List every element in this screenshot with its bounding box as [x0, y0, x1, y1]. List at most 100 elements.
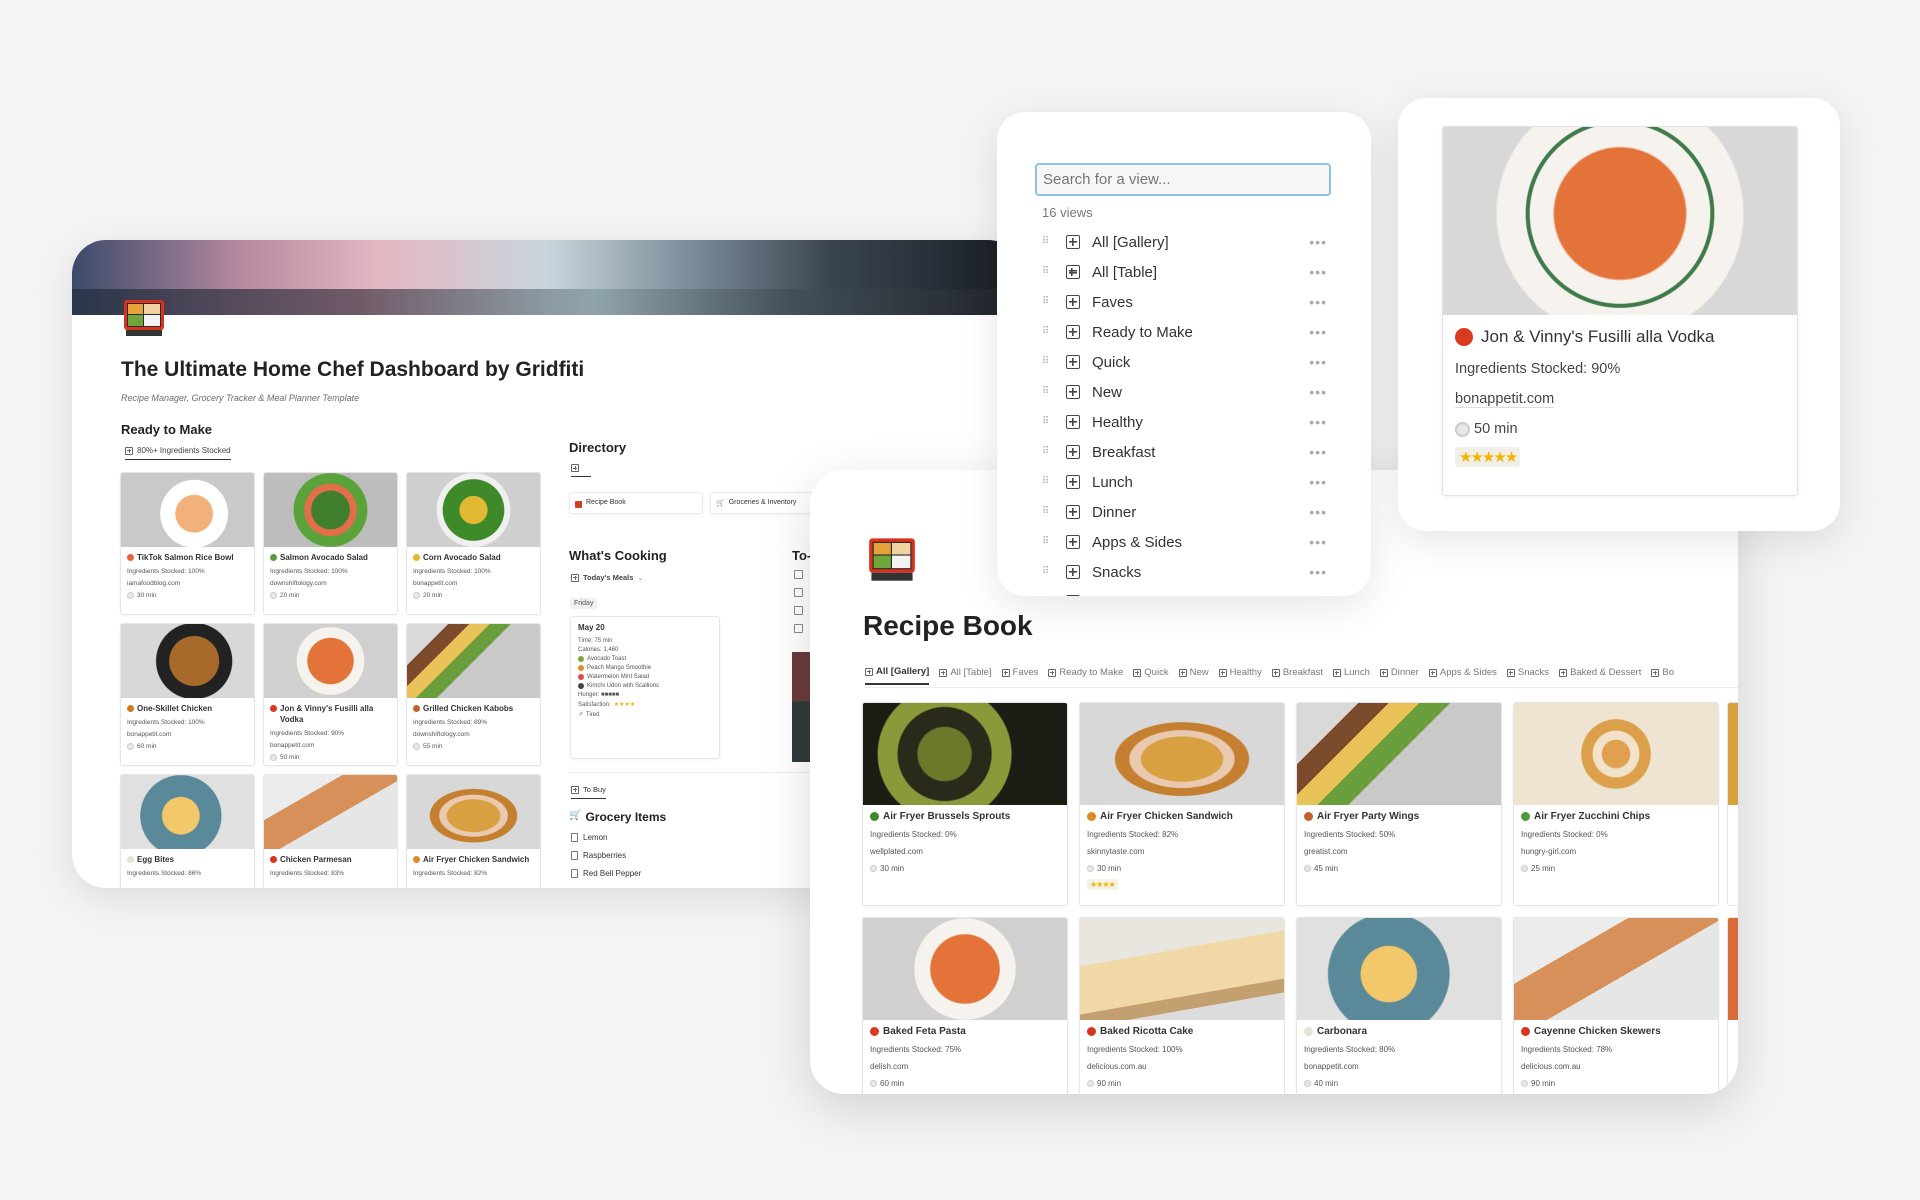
view-tab[interactable]: Lunch	[1332, 666, 1370, 685]
recipe-source-link[interactable]: downshiftology.com	[413, 731, 534, 738]
view-tab-80-stocked[interactable]: 80%+ Ingredients Stocked	[125, 446, 231, 460]
recipe-source-link[interactable]: greatist.com	[1304, 847, 1494, 856]
more-options-icon[interactable]: •••	[1309, 474, 1327, 490]
todo-checkbox[interactable]	[794, 624, 803, 633]
view-item[interactable]: ⠿Baked & Dessert•••	[1042, 587, 1327, 596]
more-options-icon[interactable]: •••	[1309, 564, 1327, 580]
recipe-card[interactable]: Egg Bites Ingredients Stocked: 86%	[120, 774, 255, 888]
drag-handle-icon[interactable]: ⠿	[1042, 447, 1052, 457]
recipe-source-link[interactable]: delicious.com.au	[1087, 1062, 1277, 1071]
recipe-source-link[interactable]: hungry-girl.com	[1521, 847, 1711, 856]
recipe-source-link[interactable]: bonappetit.com	[1455, 391, 1785, 408]
todo-checkbox[interactable]	[794, 588, 803, 597]
recipe-source-link[interactable]: delicious.com.au	[1521, 1062, 1711, 1071]
recipe-card[interactable]: Baked Ricotta Cake Ingredients Stocked: 1…	[1079, 917, 1285, 1094]
recipe-card-partial[interactable]	[1727, 702, 1738, 906]
grocery-item[interactable]: Red Bell Pepper	[571, 869, 641, 878]
view-tab-todays-meals[interactable]: Today's Meals ⌄	[571, 573, 644, 582]
view-tab[interactable]: Ready to Make	[1048, 666, 1123, 685]
view-tab[interactable]: Apps & Sides	[1428, 666, 1497, 685]
todo-checkbox[interactable]	[794, 606, 803, 615]
recipe-card[interactable]: Air Fryer Zucchini Chips Ingredients Stoc…	[1513, 702, 1719, 906]
more-options-icon[interactable]: •••	[1309, 384, 1327, 400]
recipe-source-link[interactable]: delish.com	[870, 1062, 1060, 1071]
view-item[interactable]: ⠿ All [Table] •••	[1042, 257, 1327, 287]
more-options-icon[interactable]: •••	[1309, 264, 1327, 280]
view-item[interactable]: ⠿ Snacks •••	[1042, 557, 1327, 587]
recipe-source-link[interactable]: iamafoodblog.com	[127, 580, 248, 587]
drag-handle-icon[interactable]: ⠿	[1042, 297, 1052, 307]
view-tab[interactable]: Snacks	[1506, 666, 1549, 685]
recipe-card[interactable]: Air Fryer Chicken Sandwich Ingredients St…	[1079, 702, 1285, 906]
view-item[interactable]: ⠿ Healthy •••	[1042, 407, 1327, 437]
view-tab[interactable]: Breakfast	[1271, 666, 1323, 685]
recipe-card[interactable]: Corn Avocado Salad Ingredients Stocked: 1…	[406, 472, 541, 615]
drag-handle-icon[interactable]: ⠿	[1042, 327, 1052, 337]
directory-view-tab[interactable]	[571, 464, 591, 477]
recipe-source-link[interactable]: downshiftology.com	[270, 580, 391, 587]
more-options-icon[interactable]: •••	[1309, 594, 1327, 596]
recipe-source-link[interactable]: skinnytaste.com	[1087, 847, 1277, 856]
recipe-source-link[interactable]: bonappetit.com	[1304, 1062, 1494, 1071]
view-tab[interactable]: Faves	[1001, 666, 1038, 685]
meal-card[interactable]: May 20 Time: 75 min Calories: 1,460 Avoc…	[570, 616, 720, 759]
recipe-card[interactable]: Jon & Vinny's Fusilli alla Vodka Ingredie…	[263, 623, 398, 766]
more-options-icon[interactable]: •••	[1309, 414, 1327, 430]
recipe-card[interactable]: Chicken Parmesan Ingredients Stocked: 83%	[263, 774, 398, 888]
recipe-card[interactable]: Cayenne Chicken Skewers Ingredients Stock…	[1513, 917, 1719, 1094]
drag-handle-icon[interactable]: ⠿	[1042, 387, 1052, 397]
recipe-source-link[interactable]: bonappetit.com	[413, 580, 534, 587]
search-views-input[interactable]	[1035, 163, 1331, 196]
more-options-icon[interactable]: •••	[1309, 324, 1327, 340]
view-item[interactable]: ⠿ Ready to Make •••	[1042, 317, 1327, 347]
recipe-source-link[interactable]: wellplated.com	[870, 847, 1060, 856]
recipe-card[interactable]: Carbonara Ingredients Stocked: 80% bonappe…	[1296, 917, 1502, 1094]
more-options-icon[interactable]: •••	[1309, 534, 1327, 550]
drag-handle-icon[interactable]: ⠿	[1042, 537, 1052, 547]
todo-checkbox[interactable]	[794, 570, 803, 579]
view-item[interactable]: ⠿ Quick •••	[1042, 347, 1327, 377]
view-item[interactable]: ⠿ Dinner •••	[1042, 497, 1327, 527]
recipe-card[interactable]: Air Fryer Party Wings Ingredients Stocked…	[1296, 702, 1502, 906]
view-tab[interactable]: All [Table]	[939, 666, 992, 685]
drag-handle-icon[interactable]: ⠿	[1042, 477, 1052, 487]
recipe-card[interactable]: TikTok Salmon Rice Bowl Ingredients Stock…	[120, 472, 255, 615]
view-item[interactable]: ⠿ New •••	[1042, 377, 1327, 407]
view-tab[interactable]: Healthy	[1218, 666, 1262, 685]
grocery-item[interactable]: Raspberries	[571, 851, 626, 860]
recipe-card-featured[interactable]: Jon & Vinny's Fusilli alla Vodka Ingredi…	[1442, 126, 1798, 496]
grocery-item[interactable]: Lemon	[571, 833, 607, 842]
drag-handle-icon[interactable]: ⠿	[1042, 357, 1052, 367]
drag-handle-icon[interactable]: ⠿	[1042, 507, 1052, 517]
more-options-icon[interactable]: •••	[1309, 444, 1327, 460]
drag-handle-icon[interactable]: ⠿	[1042, 567, 1052, 577]
view-tab[interactable]: Bo	[1651, 666, 1674, 685]
view-item[interactable]: ⠿ Breakfast •••	[1042, 437, 1327, 467]
recipe-card[interactable]: Baked Feta Pasta Ingredients Stocked: 75%…	[862, 917, 1068, 1094]
view-item[interactable]: ⠿ All [Gallery] •••	[1042, 227, 1327, 257]
view-tab-to-buy[interactable]: To Buy	[571, 785, 606, 799]
more-options-icon[interactable]: •••	[1309, 504, 1327, 520]
recipe-source-link[interactable]: bonappetit.com	[127, 731, 248, 738]
drag-handle-icon[interactable]: ⠿	[1042, 267, 1052, 277]
more-options-icon[interactable]: •••	[1309, 294, 1327, 310]
more-options-icon[interactable]: •••	[1309, 354, 1327, 370]
view-item[interactable]: ⠿ Apps & Sides •••	[1042, 527, 1327, 557]
view-item[interactable]: ⠿ Faves •••	[1042, 287, 1327, 317]
view-tab[interactable]: Quick	[1133, 666, 1169, 685]
recipe-card[interactable]: Air Fryer Chicken Sandwich Ingredients St…	[406, 774, 541, 888]
drag-handle-icon[interactable]: ⠿	[1042, 237, 1052, 247]
view-tab[interactable]: New	[1178, 666, 1209, 685]
directory-tile-groceries[interactable]: 🛒 Groceries & Inventory	[710, 492, 820, 514]
more-options-icon[interactable]: •••	[1309, 234, 1327, 250]
drag-handle-icon[interactable]: ⠿	[1042, 417, 1052, 427]
recipe-card[interactable]: Salmon Avocado Salad Ingredients Stocked:…	[263, 472, 398, 615]
view-item[interactable]: ⠿ Lunch •••	[1042, 467, 1327, 497]
view-tab[interactable]: Dinner	[1379, 666, 1419, 685]
recipe-source-link[interactable]: bonappetit.com	[270, 742, 391, 749]
recipe-card[interactable]: Air Fryer Brussels Sprouts Ingredients St…	[862, 702, 1068, 906]
view-tab[interactable]: All [Gallery]	[865, 666, 930, 685]
recipe-card[interactable]: Grilled Chicken Kabobs Ingredients Stocke…	[406, 623, 541, 766]
view-tab[interactable]: Baked & Dessert	[1559, 666, 1641, 685]
directory-tile-recipe-book[interactable]: Recipe Book	[569, 492, 703, 514]
